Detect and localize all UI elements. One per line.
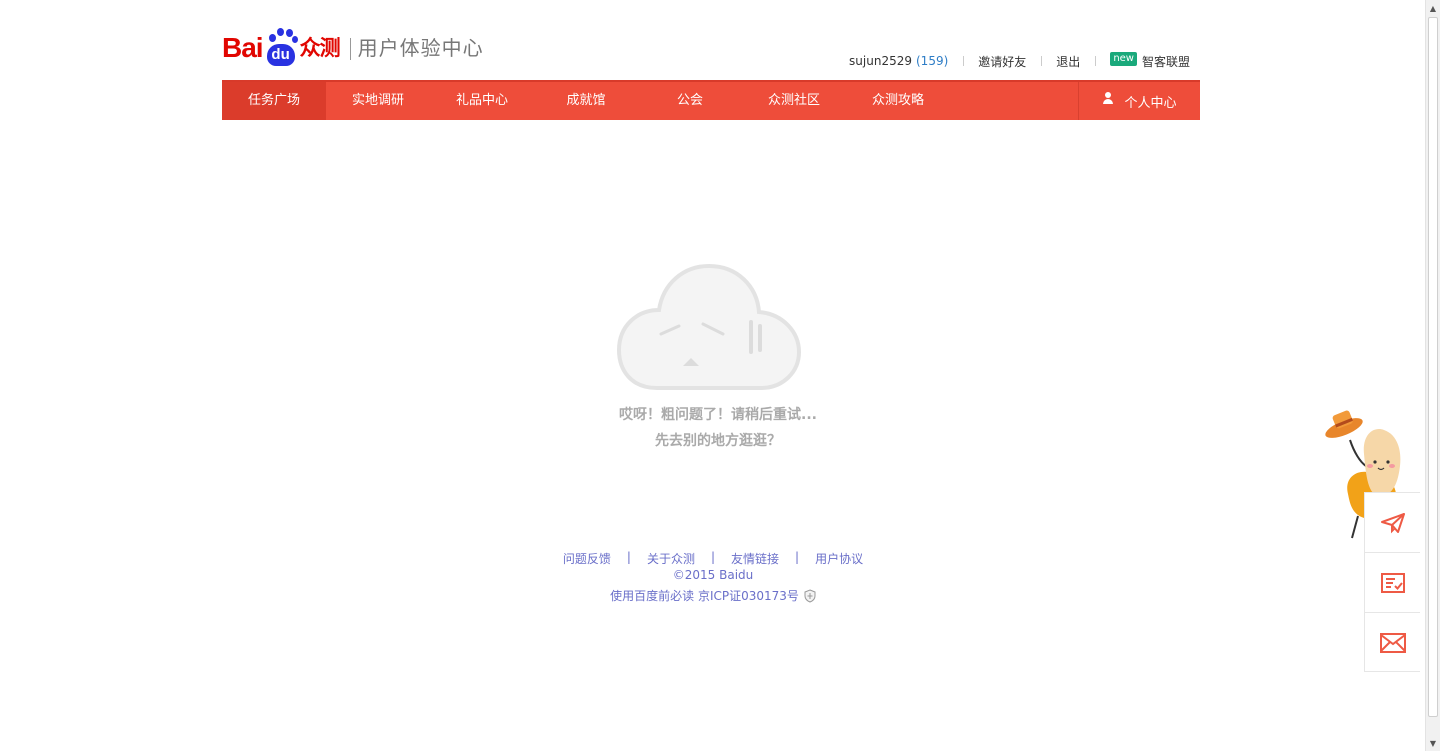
checklist-icon xyxy=(1380,572,1405,593)
footer-separator: | xyxy=(626,550,631,564)
logo-divider xyxy=(349,38,351,60)
scroll-down-icon[interactable]: ▼ xyxy=(1426,735,1440,751)
footer-agreement-link[interactable]: 用户协议 xyxy=(815,550,863,567)
mail-button[interactable] xyxy=(1365,613,1420,673)
invite-friends-link[interactable]: 邀请好友 xyxy=(978,53,1026,70)
main-nav: 任务广场 实地调研 礼品中心 成就馆 公会 众测社区 众测攻略 个人中心 xyxy=(222,80,1200,120)
footer-feedback-link[interactable]: 问题反馈 xyxy=(563,550,611,567)
divider xyxy=(963,56,965,66)
footer-separator: | xyxy=(710,550,716,564)
footer-separator: | xyxy=(795,550,800,564)
send-feedback-button[interactable] xyxy=(1365,493,1420,553)
shield-icon[interactable] xyxy=(804,588,816,603)
top-links: sujun2529 (159) 邀请好友 退出 new 智客联盟 xyxy=(849,52,1190,70)
user-points[interactable]: (159) xyxy=(916,54,948,68)
nav-field-research[interactable]: 实地调研 xyxy=(326,82,430,120)
user-info[interactable]: sujun2529 (159) xyxy=(849,54,948,68)
nav-achievements[interactable]: 成就馆 xyxy=(534,82,638,120)
paw-logo-icon: du xyxy=(264,28,298,68)
user-icon xyxy=(1102,92,1114,106)
icp-info: 使用百度前必读 京ICP证030173号 xyxy=(540,587,886,604)
error-message: 哎呀！粗问题了！请稍后重试... xyxy=(619,407,817,423)
personal-center-button[interactable]: 个人中心 xyxy=(1078,82,1200,120)
copyright: ©2015 Baidu xyxy=(672,568,754,582)
nav-guild[interactable]: 公会 xyxy=(638,82,742,120)
mail-icon xyxy=(1379,633,1406,653)
icp-link[interactable]: 京ICP证030173号 xyxy=(698,587,799,604)
nav-guide[interactable]: 众测攻略 xyxy=(846,82,950,120)
logo-zhongce-text: 众测 xyxy=(299,36,341,60)
footer-friend-links[interactable]: 友情链接 xyxy=(731,550,779,567)
nav-community[interactable]: 众测社区 xyxy=(742,82,846,120)
scroll-thumb[interactable] xyxy=(1428,17,1438,717)
personal-center-label: 个人中心 xyxy=(1124,95,1177,111)
logout-link[interactable]: 退出 xyxy=(1056,53,1080,70)
footer-links: 问题反馈 | 关于众测 | 友情链接 | 用户协议 xyxy=(540,550,886,567)
must-read-link[interactable]: 使用百度前必读 xyxy=(610,587,694,604)
alliance-link[interactable]: 智客联盟 xyxy=(1142,53,1190,70)
sad-cloud-icon xyxy=(617,263,801,390)
nav-gift-center[interactable]: 礼品中心 xyxy=(430,82,534,120)
survey-button[interactable] xyxy=(1365,553,1420,613)
nav-task-square[interactable]: 任务广场 xyxy=(222,82,326,120)
floating-side-panel xyxy=(1364,492,1420,672)
divider xyxy=(1095,56,1097,66)
logo-subtitle: 用户体验中心 xyxy=(357,36,484,60)
divider xyxy=(1041,56,1043,66)
error-suggestion: 先去别的地方逛逛？ xyxy=(655,433,781,449)
paper-plane-icon xyxy=(1380,512,1405,533)
logo-bai-text: Bai xyxy=(222,32,264,63)
logo-du-text: du xyxy=(266,44,295,66)
vertical-scrollbar[interactable]: ▲ ▼ xyxy=(1425,0,1440,751)
footer-about-link[interactable]: 关于众测 xyxy=(647,550,695,567)
username[interactable]: sujun2529 xyxy=(849,54,912,68)
new-badge: new xyxy=(1110,52,1137,66)
scroll-up-icon[interactable]: ▲ xyxy=(1426,0,1440,16)
baidu-zhongce-logo[interactable]: Bai du 众测 用户体验中心 xyxy=(222,24,484,68)
